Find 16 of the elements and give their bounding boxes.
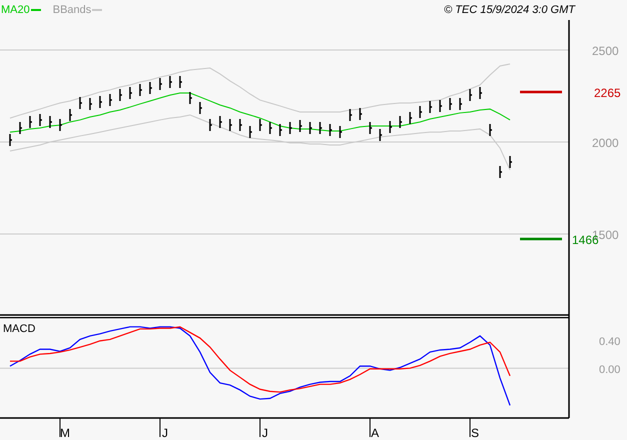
axis-tick-label: 0.40 — [599, 336, 620, 348]
copyright-text: © TEC 15/9/2024 3:0 GMT — [444, 2, 575, 18]
axis-tick-label: 2000 — [592, 136, 619, 150]
panel-title: MACD — [3, 323, 36, 335]
axis-tick-label: A — [371, 426, 379, 440]
axis-tick-label: J — [162, 426, 168, 440]
level-line — [520, 238, 562, 240]
axis-tick-label: M — [60, 426, 70, 440]
axis-tick-label: S — [471, 426, 479, 440]
level-line — [520, 90, 562, 94]
level-label: 2265 — [594, 86, 621, 100]
axis-tick-label: J — [262, 426, 268, 440]
legend-label: BBands — [52, 2, 92, 18]
axis-tick-label: 0.00 — [599, 364, 620, 376]
legend-label: MA20 — [1, 2, 30, 18]
axis-tick-label: 2500 — [592, 44, 619, 58]
